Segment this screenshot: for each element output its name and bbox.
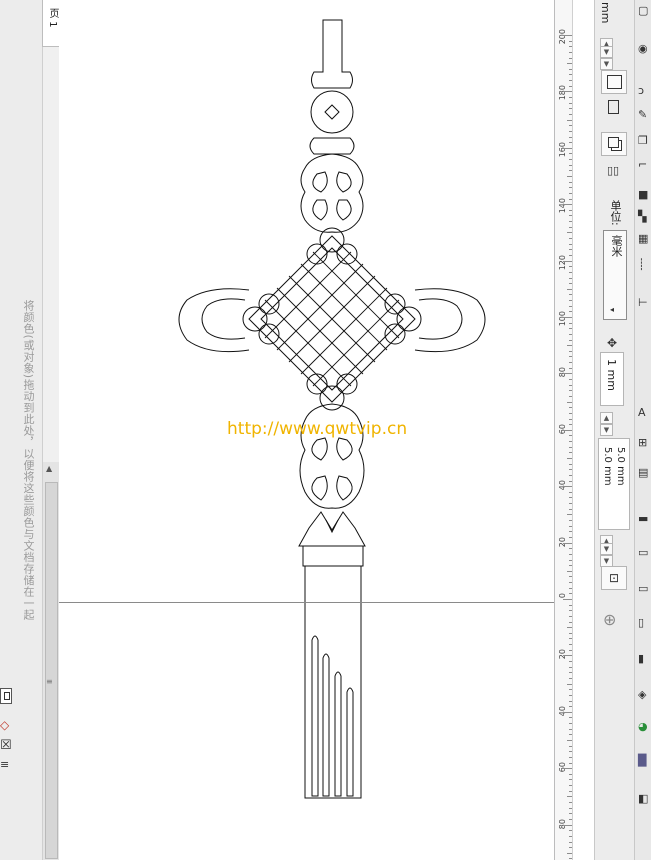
toolbox: ▢ ◉ ↄ ✎ ❐ ⌐ ■ ▚ ▦ ┊ ⊢ A ⊞ ▤ ▬ ▭ ▭ ▯ ▮ ◈ … bbox=[634, 0, 651, 860]
duplicate-x-value: 5.0 mm bbox=[615, 447, 626, 486]
vertical-scrollbar[interactable]: ▲ ≡ bbox=[42, 462, 59, 860]
canvas-margin bbox=[572, 0, 595, 860]
chevron-down-icon: ◂ bbox=[610, 305, 615, 314]
watermark-text: http://www.qwtvip.cn bbox=[227, 419, 408, 439]
pen-tool-icon[interactable]: ✎ bbox=[638, 108, 650, 122]
vertical-ruler[interactable]: 20018016014012010080604020020406080 bbox=[554, 0, 573, 860]
interactive-fill-icon[interactable]: ◧ bbox=[638, 792, 650, 806]
ruler-label: 160 bbox=[558, 141, 567, 158]
layout-tool-icon[interactable]: ▚ bbox=[638, 210, 650, 224]
contour-tool-icon[interactable]: ▭ bbox=[638, 546, 650, 560]
ruler-tool-icon[interactable]: ┊ bbox=[638, 258, 650, 272]
page-tab[interactable]: 页 1 bbox=[42, 0, 60, 47]
shadow-tool-icon[interactable]: ▭ bbox=[638, 582, 650, 596]
color-wheel-icon[interactable]: ◕ bbox=[638, 720, 650, 734]
ruler-label: 180 bbox=[558, 85, 567, 101]
palette-swatch-icon[interactable] bbox=[0, 688, 12, 704]
current-page-icon[interactable]: ▯▯ bbox=[607, 164, 619, 177]
grid-tool-icon[interactable]: ▦ bbox=[638, 232, 650, 246]
top-value-text: mm bbox=[599, 2, 612, 24]
scrollbar-thumb[interactable] bbox=[45, 482, 58, 859]
color-palette-docker: 将颜色(或对象)拖动到此处，以便将这些颜色与文档存储在一起 ◇ ☒ ≡ bbox=[0, 0, 43, 860]
ruler-label: 0 bbox=[558, 593, 567, 599]
add-icon[interactable]: ⊕ bbox=[603, 610, 616, 629]
unit-select-value: 毫米 bbox=[610, 235, 623, 257]
blend-tool-icon[interactable]: ▬ bbox=[638, 512, 650, 526]
nudge-value: 1 mm bbox=[605, 359, 618, 391]
settings-icon[interactable]: ≡ bbox=[0, 758, 9, 771]
nudge-input[interactable]: 1 mm bbox=[600, 352, 624, 406]
scroll-up-icon[interactable]: ▲ bbox=[46, 464, 52, 473]
eye-icon[interactable]: ◉ bbox=[638, 42, 650, 56]
duplicate-spinner-down[interactable]: ▼▼ bbox=[600, 543, 626, 567]
property-bar: mm ▲▲ ▼▼ ▯▯ 单位: 毫米 ◂ ✥ 1 mm ▲▼ 5.0 mm 5.… bbox=[594, 0, 635, 860]
shape-tool-icon[interactable]: ❐ bbox=[638, 134, 650, 148]
page-tab-label: 页 1 bbox=[47, 8, 58, 28]
nudge-spinner[interactable]: ▲▼ bbox=[600, 412, 626, 436]
duplicate-distance-box[interactable]: 5.0 mm 5.0 mm bbox=[598, 438, 630, 530]
horizontal-guideline[interactable] bbox=[59, 602, 554, 603]
crop-tool-icon[interactable]: ⌐ bbox=[638, 158, 650, 172]
palette-hint-text: 将颜色(或对象)拖动到此处，以便将这些颜色与文档存储在一起 bbox=[22, 300, 35, 621]
duplicate-y-value: 5.0 mm bbox=[602, 447, 613, 486]
select-tool-icon[interactable]: ▢ bbox=[638, 4, 650, 18]
table-tool-icon[interactable]: ⊞ bbox=[638, 436, 650, 450]
transform-button[interactable]: ⊡ bbox=[601, 566, 627, 590]
scrollbar-grip-icon: ≡ bbox=[46, 677, 53, 686]
top-spinner-down[interactable]: ▼▼ bbox=[600, 46, 626, 70]
ruler-label: 140 bbox=[558, 198, 567, 214]
crop-marks-icon[interactable]: ⊢ bbox=[638, 296, 650, 310]
ruler-label: 120 bbox=[558, 254, 567, 270]
all-pages-button[interactable] bbox=[601, 132, 627, 156]
envelope-tool-icon[interactable]: ▯ bbox=[638, 616, 650, 630]
ruler-label: 200 bbox=[558, 29, 567, 45]
fill-color-icon[interactable]: █ bbox=[638, 754, 650, 768]
portrait-icon[interactable] bbox=[608, 100, 619, 114]
fill-icon[interactable]: ◇ bbox=[0, 718, 9, 732]
curve-tool-icon[interactable]: ↄ bbox=[638, 84, 650, 98]
unit-label: 单位: bbox=[609, 200, 622, 226]
extrude-tool-icon[interactable]: ▮ bbox=[638, 652, 650, 666]
no-color-icon[interactable]: ☒ bbox=[0, 738, 12, 753]
rectangle-tool-icon[interactable]: ■ bbox=[638, 188, 650, 202]
nudge-icon: ✥ bbox=[607, 336, 618, 350]
landscape-button[interactable] bbox=[601, 70, 627, 94]
ruler-label: 100 bbox=[558, 311, 567, 327]
unit-select[interactable]: 毫米 ◂ bbox=[603, 230, 627, 320]
text-tool-icon[interactable]: A bbox=[638, 406, 650, 420]
align-tool-icon[interactable]: ▤ bbox=[638, 466, 650, 480]
eyedropper-icon[interactable]: ◈ bbox=[638, 688, 650, 702]
